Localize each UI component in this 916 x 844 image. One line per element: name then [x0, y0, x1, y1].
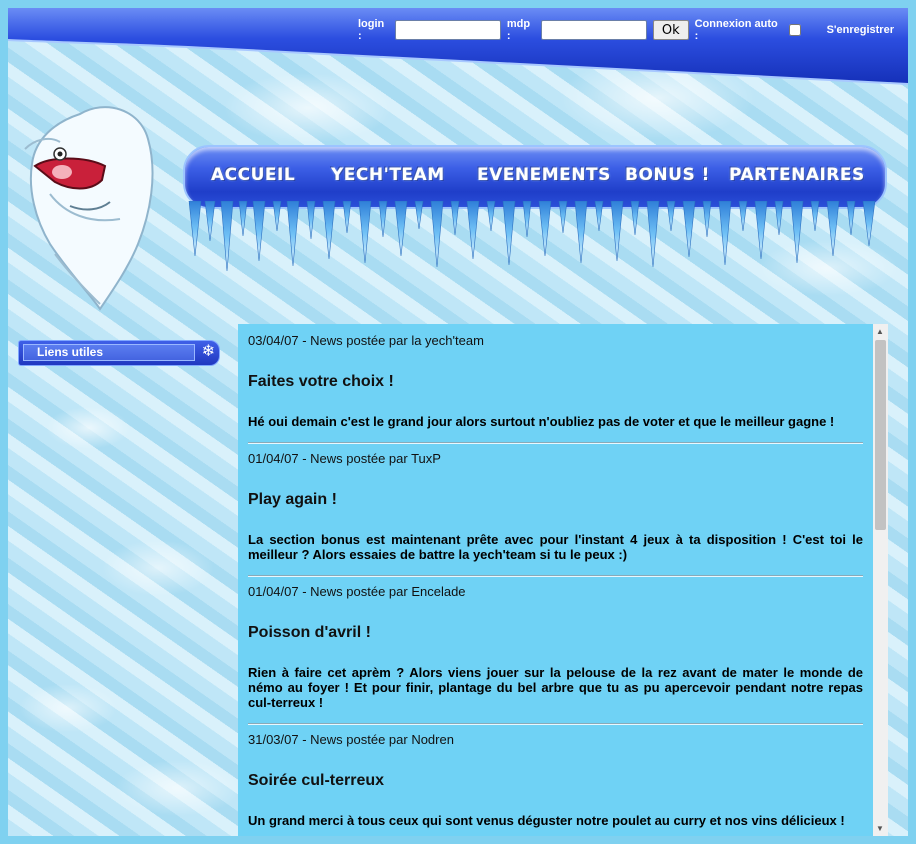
useful-links-box[interactable]: Liens utiles ❄: [18, 340, 220, 366]
news-body: Hé oui demain c'est le grand jour alors …: [248, 414, 835, 429]
auto-login-label: Connexion auto :: [694, 18, 778, 42]
register-link[interactable]: S'enregistrer: [827, 24, 894, 36]
news-body: La section bonus est maintenant prête av…: [248, 532, 863, 562]
news-title: Soirée cul-terreux: [248, 772, 385, 789]
login-label: login :: [358, 18, 385, 42]
news-item: 03/04/07 - News postée par la yech'team …: [248, 333, 863, 444]
main-nav-bar: Accueil Yech'team Evenements Bonus ! Par…: [183, 145, 887, 209]
news-meta: 01/04/07 - News postée par TuxP: [248, 451, 441, 466]
yeti-mascot-image: [24, 106, 154, 311]
news-title: Faites votre choix !: [248, 373, 394, 390]
useful-links-title: Liens utiles: [37, 345, 104, 359]
content-scrollbar[interactable]: ▲ ▼: [873, 324, 888, 836]
scroll-up-icon[interactable]: ▲: [876, 327, 884, 336]
nav-evenements[interactable]: Evenements: [477, 165, 611, 185]
nav-bonus[interactable]: Bonus !: [625, 165, 710, 185]
snowflake-icon: ❄: [201, 343, 215, 360]
nav-accueil[interactable]: Accueil: [211, 165, 295, 185]
news-separator: [248, 575, 863, 577]
news-title: Poisson d'avril !: [248, 624, 371, 641]
news-separator: [248, 723, 863, 725]
password-label: mdp :: [506, 18, 531, 42]
news-meta: 03/04/07 - News postée par la yech'team: [248, 333, 484, 348]
auto-login-checkbox[interactable]: [788, 24, 801, 36]
ok-button[interactable]: Ok: [652, 20, 689, 40]
icicles-decoration: [188, 201, 876, 272]
news-body: Un grand merci à tous ceux qui sont venu…: [248, 813, 845, 828]
scroll-down-icon[interactable]: ▼: [876, 824, 884, 833]
news-content: 03/04/07 - News postée par la yech'team …: [238, 324, 888, 836]
news-meta: 01/04/07 - News postée par Encelade: [248, 584, 466, 599]
page-frame: login : mdp : Ok Connexion auto : S'enre…: [8, 8, 908, 836]
nav-partenaires[interactable]: Partenaires: [729, 165, 865, 185]
news-separator: [248, 442, 863, 444]
password-input[interactable]: [540, 20, 647, 40]
login-form: login : mdp : Ok Connexion auto : S'enre…: [358, 18, 894, 42]
top-login-bar: login : mdp : Ok Connexion auto : S'enre…: [8, 8, 908, 86]
nav-yechteam[interactable]: Yech'team: [331, 165, 445, 185]
login-input[interactable]: [394, 20, 501, 40]
news-body: Rien à faire cet aprèm ? Alors viens jou…: [248, 665, 863, 710]
news-meta: 31/03/07 - News postée par Nodren: [248, 732, 454, 747]
news-item: 31/03/07 - News postée par Nodren Soirée…: [248, 732, 863, 836]
news-list: 03/04/07 - News postée par la yech'team …: [248, 333, 863, 836]
news-title: Play again !: [248, 491, 337, 508]
news-item: 01/04/07 - News postée par TuxP Play aga…: [248, 451, 863, 577]
scrollbar-thumb[interactable]: [875, 340, 886, 530]
news-item: 01/04/07 - News postée par Encelade Pois…: [248, 584, 863, 725]
